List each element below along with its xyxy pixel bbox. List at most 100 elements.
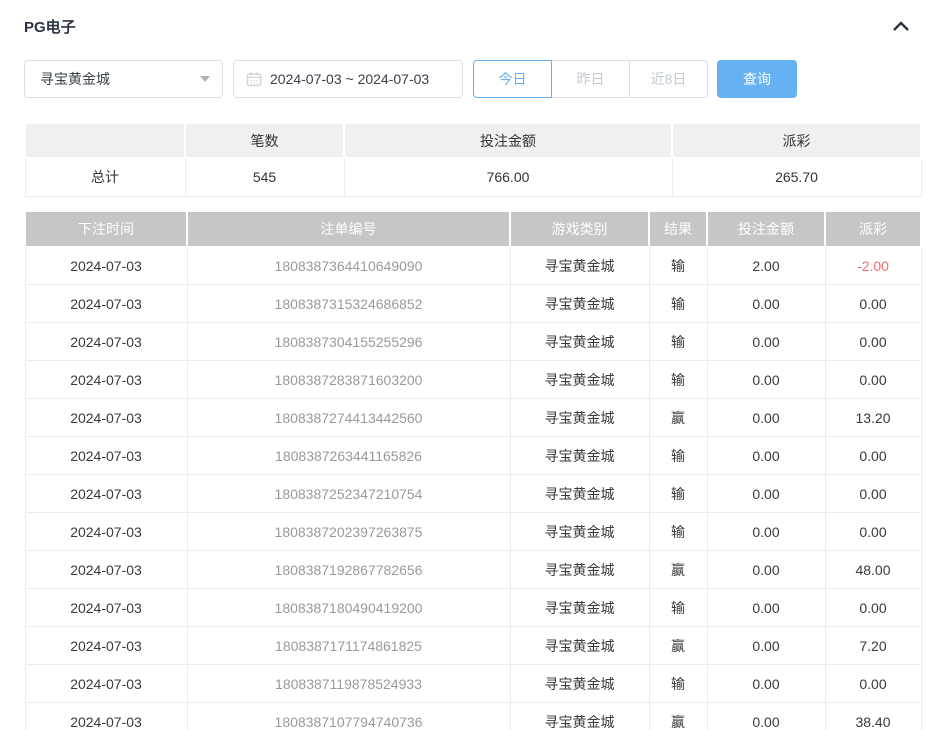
cell-bet-amount: 0.00 — [707, 665, 825, 703]
cell-bet-no: 1808387180490419200 — [187, 589, 510, 627]
panel-header: PG电子 — [24, 16, 920, 36]
cell-result: 输 — [649, 247, 707, 285]
cell-result: 输 — [649, 285, 707, 323]
summary-total-row: 总计 545 766.00 265.70 — [25, 158, 921, 196]
cell-result: 输 — [649, 665, 707, 703]
bets-header-game-type: 游戏类别 — [510, 211, 649, 247]
table-row: 2024-07-031808387283871603200寻宝黄金城输0.000… — [25, 361, 921, 399]
cell-bet-amount: 0.00 — [707, 323, 825, 361]
cell-game-type: 寻宝黄金城 — [510, 475, 649, 513]
bets-header-bet-no: 注单编号 — [187, 211, 510, 247]
cell-bet-time: 2024-07-03 — [25, 627, 187, 665]
table-row: 2024-07-031808387274413442560寻宝黄金城赢0.001… — [25, 399, 921, 437]
filter-controls: 寻宝黄金城 2024-07-03 ~ 2024-07-03 今日 昨日 近8日 … — [24, 60, 920, 98]
summary-total-count: 545 — [185, 158, 344, 196]
cell-bet-amount: 2.00 — [707, 247, 825, 285]
cell-bet-time: 2024-07-03 — [25, 665, 187, 703]
cell-payout: -2.00 — [825, 247, 921, 285]
cell-bet-time: 2024-07-03 — [25, 247, 187, 285]
cell-result: 赢 — [649, 399, 707, 437]
table-row: 2024-07-031808387171174861825寻宝黄金城赢0.007… — [25, 627, 921, 665]
cell-bet-amount: 0.00 — [707, 285, 825, 323]
collapse-button[interactable] — [890, 15, 912, 37]
cell-bet-no: 1808387119878524933 — [187, 665, 510, 703]
table-row: 2024-07-031808387180490419200寻宝黄金城输0.000… — [25, 589, 921, 627]
cell-bet-time: 2024-07-03 — [25, 323, 187, 361]
cell-bet-time: 2024-07-03 — [25, 361, 187, 399]
pg-panel: PG电子 寻宝黄金城 2024-07-03 ~ 2024 — [0, 0, 927, 730]
cell-bet-time: 2024-07-03 — [25, 513, 187, 551]
cell-game-type: 寻宝黄金城 — [510, 361, 649, 399]
date-range-input[interactable]: 2024-07-03 ~ 2024-07-03 — [233, 60, 463, 98]
cell-payout: 13.20 — [825, 399, 921, 437]
summary-table: 笔数 投注金额 派彩 总计 545 766.00 265.70 — [24, 122, 922, 197]
cell-game-type: 寻宝黄金城 — [510, 323, 649, 361]
table-row: 2024-07-031808387107794740736寻宝黄金城赢0.003… — [25, 703, 921, 730]
cell-result: 输 — [649, 323, 707, 361]
cell-result: 输 — [649, 437, 707, 475]
bets-header-bet-time: 下注时间 — [25, 211, 187, 247]
cell-bet-time: 2024-07-03 — [25, 551, 187, 589]
game-select[interactable]: 寻宝黄金城 — [24, 60, 223, 98]
cell-bet-amount: 0.00 — [707, 627, 825, 665]
cell-bet-no: 1808387107794740736 — [187, 703, 510, 730]
query-button[interactable]: 查询 — [717, 60, 797, 98]
cell-payout: 0.00 — [825, 361, 921, 399]
cell-payout: 0.00 — [825, 323, 921, 361]
cell-payout: 0.00 — [825, 285, 921, 323]
table-row: 2024-07-031808387252347210754寻宝黄金城输0.000… — [25, 475, 921, 513]
table-row: 2024-07-031808387315324686852寻宝黄金城输0.000… — [25, 285, 921, 323]
cell-bet-no: 1808387202397263875 — [187, 513, 510, 551]
cell-bet-amount: 0.00 — [707, 475, 825, 513]
cell-result: 输 — [649, 513, 707, 551]
cell-game-type: 寻宝黄金城 — [510, 285, 649, 323]
bets-header-payout: 派彩 — [825, 211, 921, 247]
last-8-days-button[interactable]: 近8日 — [629, 60, 708, 98]
cell-bet-no: 1808387192867782656 — [187, 551, 510, 589]
summary-total-bet-amount: 766.00 — [344, 158, 672, 196]
table-row: 2024-07-031808387192867782656寻宝黄金城赢0.004… — [25, 551, 921, 589]
bets-header-result: 结果 — [649, 211, 707, 247]
cell-bet-amount: 0.00 — [707, 551, 825, 589]
cell-game-type: 寻宝黄金城 — [510, 665, 649, 703]
cell-bet-time: 2024-07-03 — [25, 399, 187, 437]
summary-header-bet-amount: 投注金额 — [344, 123, 672, 158]
today-button[interactable]: 今日 — [473, 60, 552, 98]
cell-bet-amount: 0.00 — [707, 703, 825, 730]
cell-bet-amount: 0.00 — [707, 437, 825, 475]
summary-header-empty — [25, 123, 185, 158]
cell-bet-no: 1808387274413442560 — [187, 399, 510, 437]
cell-bet-amount: 0.00 — [707, 399, 825, 437]
summary-header-payout: 派彩 — [672, 123, 921, 158]
cell-bet-no: 1808387252347210754 — [187, 475, 510, 513]
cell-payout: 48.00 — [825, 551, 921, 589]
cell-result: 赢 — [649, 627, 707, 665]
cell-result: 赢 — [649, 703, 707, 730]
bets-table-body: 2024-07-031808387364410649090寻宝黄金城输2.00-… — [25, 247, 921, 730]
cell-game-type: 寻宝黄金城 — [510, 437, 649, 475]
chevron-up-icon — [892, 20, 910, 32]
yesterday-button[interactable]: 昨日 — [551, 60, 630, 98]
cell-game-type: 寻宝黄金城 — [510, 247, 649, 285]
calendar-icon — [246, 71, 262, 87]
cell-bet-amount: 0.00 — [707, 513, 825, 551]
cell-bet-amount: 0.00 — [707, 361, 825, 399]
cell-game-type: 寻宝黄金城 — [510, 513, 649, 551]
date-range-value: 2024-07-03 ~ 2024-07-03 — [270, 71, 429, 87]
cell-payout: 0.00 — [825, 513, 921, 551]
cell-bet-amount: 0.00 — [707, 589, 825, 627]
cell-bet-time: 2024-07-03 — [25, 285, 187, 323]
bets-header-row: 下注时间 注单编号 游戏类别 结果 投注金额 派彩 — [25, 211, 921, 247]
cell-bet-time: 2024-07-03 — [25, 475, 187, 513]
summary-header-count: 笔数 — [185, 123, 344, 158]
cell-game-type: 寻宝黄金城 — [510, 589, 649, 627]
summary-total-label: 总计 — [25, 158, 185, 196]
cell-result: 输 — [649, 589, 707, 627]
cell-game-type: 寻宝黄金城 — [510, 703, 649, 730]
chevron-down-icon — [200, 76, 210, 82]
cell-result: 赢 — [649, 551, 707, 589]
cell-bet-time: 2024-07-03 — [25, 589, 187, 627]
cell-payout: 0.00 — [825, 589, 921, 627]
cell-bet-time: 2024-07-03 — [25, 703, 187, 730]
table-row: 2024-07-031808387202397263875寻宝黄金城输0.000… — [25, 513, 921, 551]
